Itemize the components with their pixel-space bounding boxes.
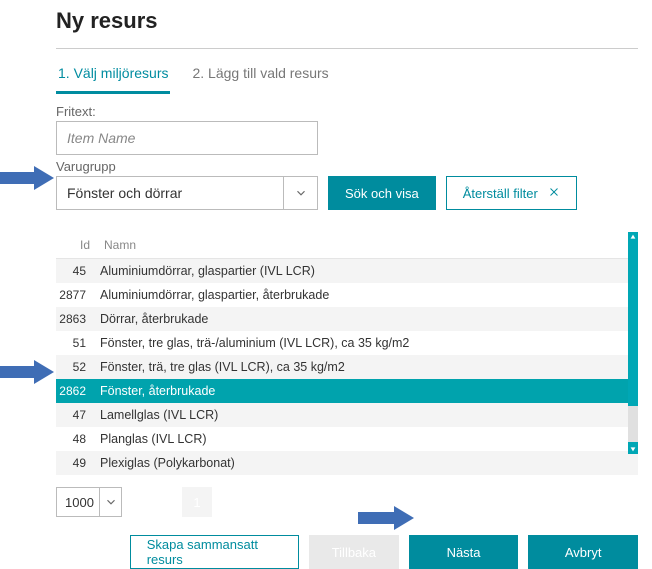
table-header: Id Namn bbox=[56, 232, 638, 259]
varugrupp-value: Fönster och dörrar bbox=[57, 185, 283, 201]
cancel-button[interactable]: Avbryt bbox=[528, 535, 638, 569]
chevron-down-icon bbox=[99, 488, 121, 516]
reset-filter-button[interactable]: Återställ filter bbox=[446, 176, 577, 210]
row-id: 2862 bbox=[56, 384, 98, 398]
page-title: Ny resurs bbox=[56, 8, 638, 34]
table-row[interactable]: 49Plexiglas (Polykarbonat) bbox=[56, 451, 638, 475]
scrollbar[interactable] bbox=[628, 232, 638, 454]
next-button[interactable]: Nästa bbox=[409, 535, 519, 569]
row-name: Fönster, tre glas, trä-/aluminium (IVL L… bbox=[98, 336, 638, 350]
row-name: Lamellglas (IVL LCR) bbox=[98, 408, 638, 422]
row-id: 2863 bbox=[56, 312, 98, 326]
row-id: 49 bbox=[56, 456, 98, 470]
row-name: Plexiglas (Polykarbonat) bbox=[98, 456, 638, 470]
table-row[interactable]: 48Planglas (IVL LCR) bbox=[56, 427, 638, 451]
table-row[interactable]: 2862Fönster, återbrukade bbox=[56, 379, 638, 403]
results-table: Id Namn 45Aluminiumdörrar, glaspartier (… bbox=[56, 232, 638, 475]
close-icon bbox=[548, 186, 560, 201]
row-name: Planglas (IVL LCR) bbox=[98, 432, 638, 446]
varugrupp-select[interactable]: Fönster och dörrar bbox=[56, 176, 318, 210]
footer-actions: Skapa sammansatt resurs Tillbaka Nästa A… bbox=[56, 535, 638, 569]
row-name: Aluminiumdörrar, glaspartier, återbrukad… bbox=[98, 288, 638, 302]
row-name: Fönster, trä, tre glas (IVL LCR), ca 35 … bbox=[98, 360, 638, 374]
page-number[interactable]: 1 bbox=[182, 487, 212, 517]
scrollbar-thumb[interactable] bbox=[628, 406, 638, 442]
reset-filter-label: Återställ filter bbox=[463, 186, 538, 201]
table-row[interactable]: 52Fönster, trä, tre glas (IVL LCR), ca 3… bbox=[56, 355, 638, 379]
freetext-label: Fritext: bbox=[56, 104, 638, 119]
table-row[interactable]: 47Lamellglas (IVL LCR) bbox=[56, 403, 638, 427]
page-size-select[interactable]: 1000 bbox=[56, 487, 122, 517]
scroll-up-icon[interactable] bbox=[628, 232, 638, 242]
table-row[interactable]: 45Aluminiumdörrar, glaspartier (IVL LCR) bbox=[56, 259, 638, 283]
row-id: 52 bbox=[56, 360, 98, 374]
create-composite-button[interactable]: Skapa sammansatt resurs bbox=[130, 535, 299, 569]
divider bbox=[56, 48, 638, 49]
pager: 1000 1 bbox=[56, 487, 638, 517]
row-id: 2877 bbox=[56, 288, 98, 302]
col-name-header: Namn bbox=[102, 238, 638, 252]
table-row[interactable]: 2877Aluminiumdörrar, glaspartier, återbr… bbox=[56, 283, 638, 307]
row-name: Fönster, återbrukade bbox=[98, 384, 638, 398]
row-name: Dörrar, återbrukade bbox=[98, 312, 638, 326]
tab-select-resource[interactable]: 1. Välj miljöresurs bbox=[56, 59, 170, 94]
table-body: 45Aluminiumdörrar, glaspartier (IVL LCR)… bbox=[56, 259, 638, 475]
varugrupp-label: Varugrupp bbox=[56, 159, 638, 174]
freetext-input[interactable] bbox=[56, 121, 318, 155]
row-name: Aluminiumdörrar, glaspartier (IVL LCR) bbox=[98, 264, 638, 278]
col-id-header: Id bbox=[60, 238, 102, 252]
table-row[interactable]: 2863Dörrar, återbrukade bbox=[56, 307, 638, 331]
row-id: 47 bbox=[56, 408, 98, 422]
tab-add-resource[interactable]: 2. Lägg till vald resurs bbox=[190, 59, 330, 94]
table-row[interactable]: 51Fönster, tre glas, trä-/aluminium (IVL… bbox=[56, 331, 638, 355]
page-size-value: 1000 bbox=[57, 495, 99, 510]
wizard-tabs: 1. Välj miljöresurs 2. Lägg till vald re… bbox=[56, 59, 638, 94]
row-id: 45 bbox=[56, 264, 98, 278]
search-button[interactable]: Sök och visa bbox=[328, 176, 436, 210]
left-gutter bbox=[0, 0, 42, 544]
row-id: 48 bbox=[56, 432, 98, 446]
back-button[interactable]: Tillbaka bbox=[309, 535, 399, 569]
chevron-down-icon bbox=[283, 177, 317, 209]
back-label: Tillbaka bbox=[332, 545, 376, 560]
row-id: 51 bbox=[56, 336, 98, 350]
scroll-down-icon[interactable] bbox=[628, 444, 638, 454]
